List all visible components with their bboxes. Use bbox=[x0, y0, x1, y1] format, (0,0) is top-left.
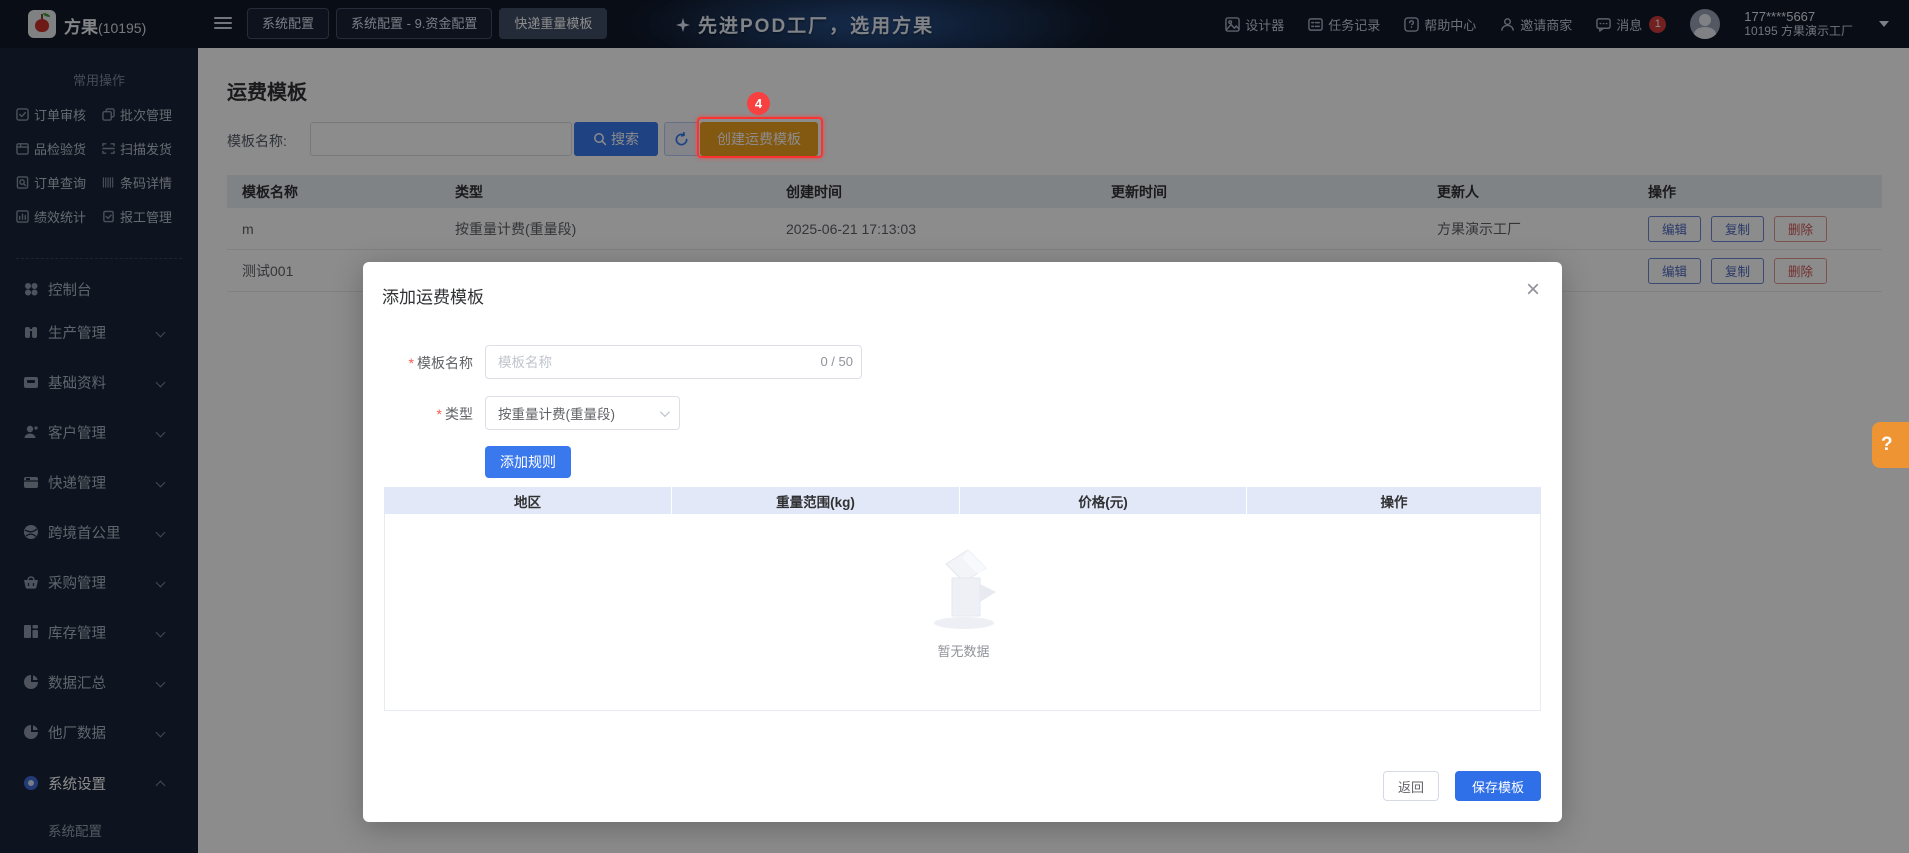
rules-table-header: 地区 重量范围(kg) 价格(元) 操作 bbox=[384, 487, 1541, 514]
add-shipping-template-modal: 添加运费模板 × *模板名称 0 / 50 *类型 按重量计费(重量段) 添加规… bbox=[363, 262, 1562, 822]
type-select[interactable]: 按重量计费(重量段) bbox=[485, 396, 680, 430]
save-template-button[interactable]: 保存模板 bbox=[1455, 771, 1541, 801]
modal-title: 添加运费模板 bbox=[382, 288, 484, 307]
char-counter: 0 / 50 bbox=[820, 354, 853, 369]
col-weight-range: 重量范围(kg) bbox=[672, 487, 960, 514]
col-price: 价格(元) bbox=[960, 487, 1247, 514]
annotation-number-badge: 4 bbox=[747, 92, 770, 115]
help-floating-tab[interactable]: ? bbox=[1872, 422, 1909, 468]
empty-text: 暂无数据 bbox=[937, 644, 990, 659]
modal-footer: 返回 保存模板 bbox=[1383, 771, 1541, 801]
help-question-mark: ? bbox=[1881, 434, 1893, 455]
col-rule-actions: 操作 bbox=[1380, 494, 1408, 510]
col-region: 地区 bbox=[384, 487, 672, 514]
empty-state: 暂无数据 bbox=[385, 540, 1542, 660]
annotation-highlight-box bbox=[697, 117, 823, 158]
add-rule-button[interactable]: 添加规则 bbox=[485, 446, 571, 478]
empty-box-illustration bbox=[933, 549, 996, 629]
close-icon[interactable]: × bbox=[1526, 276, 1540, 304]
template-name-label: * 模板名称 bbox=[408, 355, 473, 371]
back-button[interactable]: 返回 bbox=[1383, 771, 1439, 801]
type-label: * 类型 bbox=[436, 406, 473, 422]
rules-table-body: 暂无数据 bbox=[384, 514, 1541, 711]
chevron-down-icon bbox=[659, 406, 670, 417]
